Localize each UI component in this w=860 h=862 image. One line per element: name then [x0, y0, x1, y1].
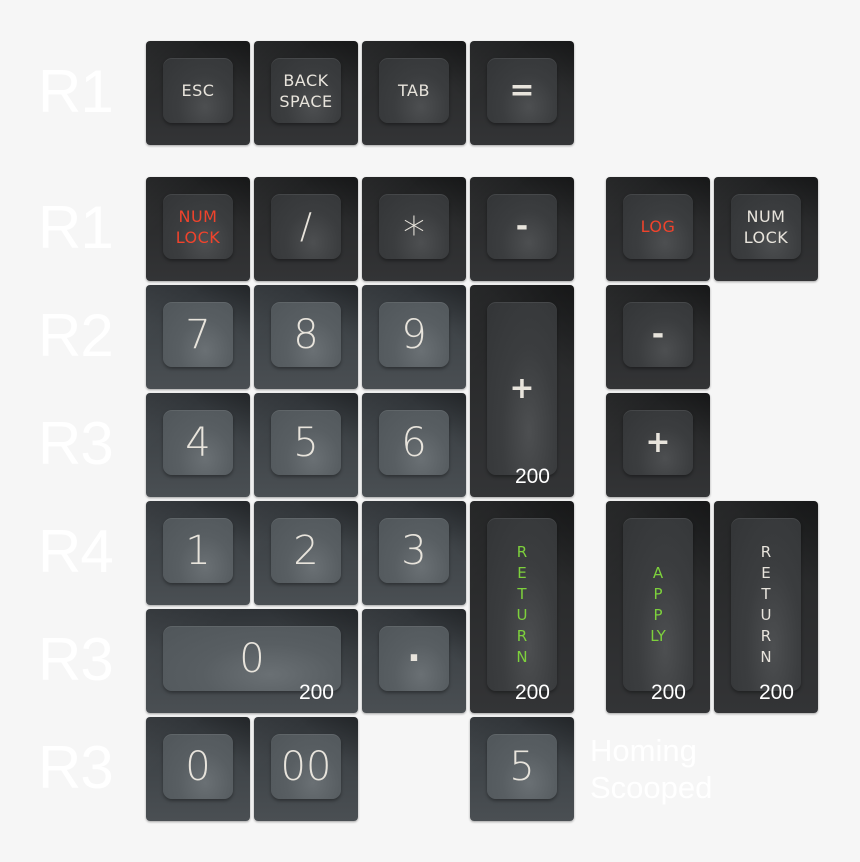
keycap-0-wide[interactable]: 0 200 — [146, 609, 358, 713]
key-legend: 3 — [401, 527, 427, 574]
homing-scooped-note: Homing Scooped — [590, 732, 712, 806]
keycap-5-homing[interactable]: 5 — [470, 717, 574, 821]
key-legend: 5 — [293, 419, 319, 466]
row-label: R1 — [38, 194, 114, 261]
note-line: Scooped — [590, 770, 713, 805]
key-legend: TAB — [398, 81, 430, 100]
keycap-minus[interactable]: - — [470, 177, 574, 281]
size-tag: 200 — [514, 465, 550, 488]
key-legend-line: LOCK — [175, 227, 221, 247]
key-legend: NUM LOCK — [176, 206, 221, 248]
keycap-esc[interactable]: ESC — [146, 41, 250, 145]
key-legend: NUM LOCK — [744, 206, 789, 248]
note-line: Homing — [590, 733, 697, 768]
keycap-7[interactable]: 7 — [146, 285, 250, 389]
key-legend: BACK SPACE — [279, 70, 332, 112]
key-legend: + — [509, 371, 535, 406]
key-legend-line: BACK — [283, 70, 329, 90]
keycap-numlock-red[interactable]: NUM LOCK — [146, 177, 250, 281]
size-tag: 200 — [650, 681, 686, 704]
keycap-decimal[interactable]: · — [362, 609, 466, 713]
key-legend: 7 — [185, 311, 211, 358]
key-legend: / — [299, 206, 313, 247]
keycap-numlock-white[interactable]: NUM LOCK — [714, 177, 818, 281]
keycap-3[interactable]: 3 — [362, 501, 466, 605]
keycap-backspace[interactable]: BACK SPACE — [254, 41, 358, 145]
key-legend: 4 — [185, 419, 211, 466]
key-legend: 1 — [185, 527, 211, 574]
key-legend: ESC — [181, 81, 215, 100]
keycap-4[interactable]: 4 — [146, 393, 250, 497]
key-legend: = — [509, 73, 535, 108]
key-legend: LOG — [640, 217, 676, 236]
size-tag: 200 — [298, 681, 334, 704]
row-label: R1 — [38, 58, 114, 125]
key-legend: 00 — [280, 743, 332, 790]
keycap-log[interactable]: LOG — [606, 177, 710, 281]
key-legend: APPLY — [650, 563, 666, 645]
row-label: R4 — [38, 518, 114, 585]
keycap-plus-right[interactable]: + — [606, 393, 710, 497]
keycap-return-white[interactable]: RETURN 200 — [714, 501, 818, 713]
key-legend: 8 — [293, 311, 319, 358]
key-legend: RETURN — [760, 542, 772, 666]
keycap-apply[interactable]: APPLY 200 — [606, 501, 710, 713]
key-legend: 9 — [401, 311, 427, 358]
key-legend: 0 — [239, 635, 265, 682]
keycap-0[interactable]: 0 — [146, 717, 250, 821]
keycap-return-green[interactable]: RETURN 200 — [470, 501, 574, 713]
keycap-1[interactable]: 1 — [146, 501, 250, 605]
key-legend: - — [651, 317, 665, 352]
keycap-plus-tall[interactable]: + 200 — [470, 285, 574, 497]
keycap-minus-right[interactable]: - — [606, 285, 710, 389]
key-legend-line: NUM — [746, 206, 786, 226]
key-legend: RETURN — [516, 542, 528, 666]
key-legend: 2 — [293, 527, 319, 574]
keycap-00[interactable]: 00 — [254, 717, 358, 821]
size-tag: 200 — [514, 681, 550, 704]
keycap-9[interactable]: 9 — [362, 285, 466, 389]
key-legend: 6 — [401, 419, 427, 466]
keycap-tab[interactable]: TAB — [362, 41, 466, 145]
key-legend: 0 — [185, 743, 211, 790]
key-legend: - — [515, 209, 529, 244]
key-legend: + — [645, 425, 671, 460]
keycap-equals[interactable]: = — [470, 41, 574, 145]
keycap-6[interactable]: 6 — [362, 393, 466, 497]
row-label: R3 — [38, 410, 114, 477]
key-legend: 5 — [509, 743, 535, 790]
keycap-5[interactable]: 5 — [254, 393, 358, 497]
keycap-8[interactable]: 8 — [254, 285, 358, 389]
keycap-2[interactable]: 2 — [254, 501, 358, 605]
key-legend: · — [407, 638, 421, 679]
keycap-asterisk[interactable]: * — [362, 177, 466, 281]
row-label: R2 — [38, 302, 114, 369]
key-legend: * — [403, 207, 425, 259]
key-legend-line: NUM — [178, 206, 218, 226]
key-legend-line: LOCK — [743, 227, 789, 247]
row-label: R3 — [38, 734, 114, 801]
row-label: R3 — [38, 626, 114, 693]
key-legend-line: SPACE — [279, 91, 333, 111]
keycap-slash[interactable]: / — [254, 177, 358, 281]
size-tag: 200 — [758, 681, 794, 704]
